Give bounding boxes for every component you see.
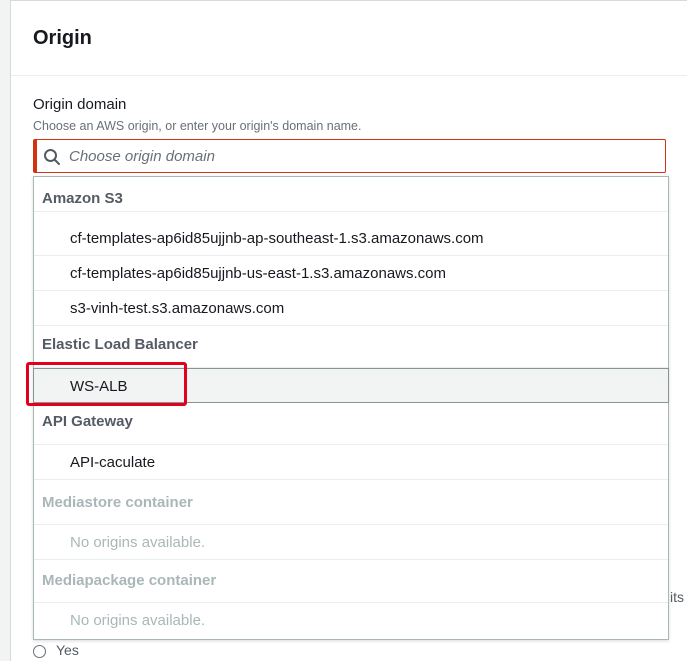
option-ws-alb[interactable]: WS-ALB (33, 368, 669, 403)
option-s3-ap-southeast-1[interactable]: cf-templates-ap6id85ujjnb-ap-southeast-1… (34, 221, 668, 256)
search-icon (44, 149, 60, 165)
origin-domain-description: Choose an AWS origin, or enter your orig… (33, 119, 362, 133)
origin-domain-combobox[interactable] (33, 139, 666, 173)
group-header-api-gateway: API Gateway (34, 403, 668, 445)
option-api-caculate[interactable]: API-caculate (34, 445, 668, 480)
group-header-amazon-s3: Amazon S3 (34, 177, 668, 212)
option-mediapackage-none: No origins available. (70, 612, 206, 629)
panel-title: Origin (33, 27, 92, 49)
origin-domain-input[interactable] (69, 140, 659, 172)
clipped-text-right: its (670, 589, 684, 605)
origin-domain-dropdown: Amazon S3 cf-templates-ap6id85ujjnb-ap-s… (33, 176, 669, 640)
group-header-mediastore-container: Mediastore container (34, 480, 668, 525)
group-header-mediapackage-container: Mediapackage container (34, 560, 668, 603)
clipped-text-bottom: Yes (56, 642, 79, 658)
radio-button[interactable] (33, 645, 46, 658)
origin-domain-label: Origin domain (33, 96, 127, 113)
group-header-elastic-load-balancer: Elastic Load Balancer (34, 326, 668, 368)
option-s3-vinh-test[interactable]: s3-vinh-test.s3.amazonaws.com (34, 291, 668, 326)
error-focus-bar (34, 140, 37, 172)
option-s3-us-east-1[interactable]: cf-templates-ap6id85ujjnb-us-east-1.s3.a… (34, 256, 668, 291)
panel-header: Origin (11, 1, 687, 76)
option-mediastore-none: No origins available. (34, 525, 668, 560)
